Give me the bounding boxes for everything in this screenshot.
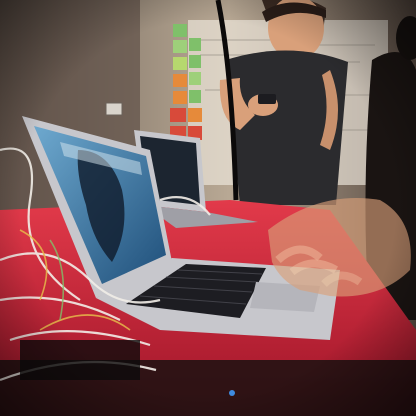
scene-svg: [0, 0, 416, 416]
photo-scene: [0, 0, 416, 416]
vignette-overlay: [0, 0, 416, 416]
